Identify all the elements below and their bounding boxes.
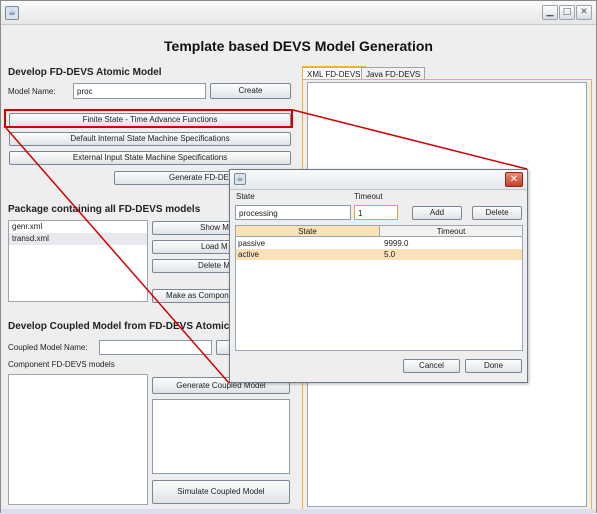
component-models-list[interactable] [8, 374, 148, 505]
make-component-button[interactable]: Make as Compone [152, 289, 232, 303]
states-table[interactable]: State Timeout passive 9999.0 active 5.0 [235, 225, 523, 351]
package-section-title: Package containing all FD-DEVS models [8, 204, 201, 215]
column-header-timeout[interactable]: Timeout [380, 226, 522, 237]
components-label: Component FD-DEVS models [8, 360, 115, 369]
state-dialog: ☕ ✕ State Timeout processing 1 Add Delet… [229, 169, 528, 383]
title-bar: ☕ ▁ □ ✕ [1, 1, 596, 25]
coupled-name-input[interactable] [99, 340, 212, 355]
close-icon[interactable]: ✕ [576, 5, 592, 20]
create-button[interactable]: Create [210, 83, 291, 99]
package-file-list[interactable]: genr.xml transd.xml [8, 220, 148, 302]
load-model-button[interactable]: Load M [152, 240, 232, 254]
generate-fd-devs-button[interactable]: Generate FD-DEVS [114, 171, 234, 185]
show-model-button[interactable]: Show M [152, 221, 232, 235]
page-title: Template based DEVS Model Generation [164, 38, 433, 54]
dialog-delete-button[interactable]: Delete [472, 206, 522, 220]
coupled-output-textarea[interactable] [152, 399, 290, 474]
internal-state-machine-button[interactable]: Default Internal State Machine Specifica… [9, 132, 291, 146]
dialog-title-bar: ☕ ✕ [230, 170, 527, 190]
external-state-machine-button[interactable]: External Input State Machine Specificati… [9, 151, 291, 165]
table-cell-timeout[interactable]: 9999.0 [382, 238, 522, 249]
dialog-close-icon[interactable]: ✕ [505, 172, 523, 187]
coupled-name-label: Coupled Model Name: [8, 343, 88, 352]
done-button[interactable]: Done [465, 359, 522, 373]
delete-model-button[interactable]: Delete M [152, 259, 232, 273]
table-cell-state[interactable]: active [236, 249, 380, 260]
coupled-section-title: Develop Coupled Model from FD-DEVS Atomi… [8, 321, 241, 332]
add-button[interactable]: Add [412, 206, 462, 220]
list-item[interactable]: transd.xml [9, 233, 147, 245]
model-name-label: Model Name: [8, 87, 56, 96]
minimize-icon[interactable]: ▁ [542, 5, 558, 20]
timeout-input[interactable]: 1 [354, 205, 398, 220]
table-cell-timeout[interactable]: 5.0 [382, 249, 522, 260]
timeout-label: Timeout [354, 192, 383, 201]
model-name-input[interactable]: proc [73, 83, 206, 99]
maximize-icon[interactable]: □ [559, 5, 575, 20]
java-app-icon: ☕ [5, 6, 19, 20]
status-bar [1, 509, 596, 514]
list-item[interactable]: genr.xml [9, 221, 147, 233]
java-app-icon: ☕ [234, 173, 246, 185]
state-input[interactable]: processing [235, 205, 351, 220]
column-header-state[interactable]: State [236, 226, 380, 237]
fsm-functions-button[interactable]: Finite State - Time Advance Functions [9, 113, 291, 127]
state-label: State [236, 192, 255, 201]
simulate-coupled-button[interactable]: Simulate Coupled Model [152, 480, 290, 504]
atomic-section-title: Develop FD-DEVS Atomic Model [8, 67, 162, 78]
cancel-button[interactable]: Cancel [403, 359, 460, 373]
table-cell-state[interactable]: passive [236, 238, 380, 249]
